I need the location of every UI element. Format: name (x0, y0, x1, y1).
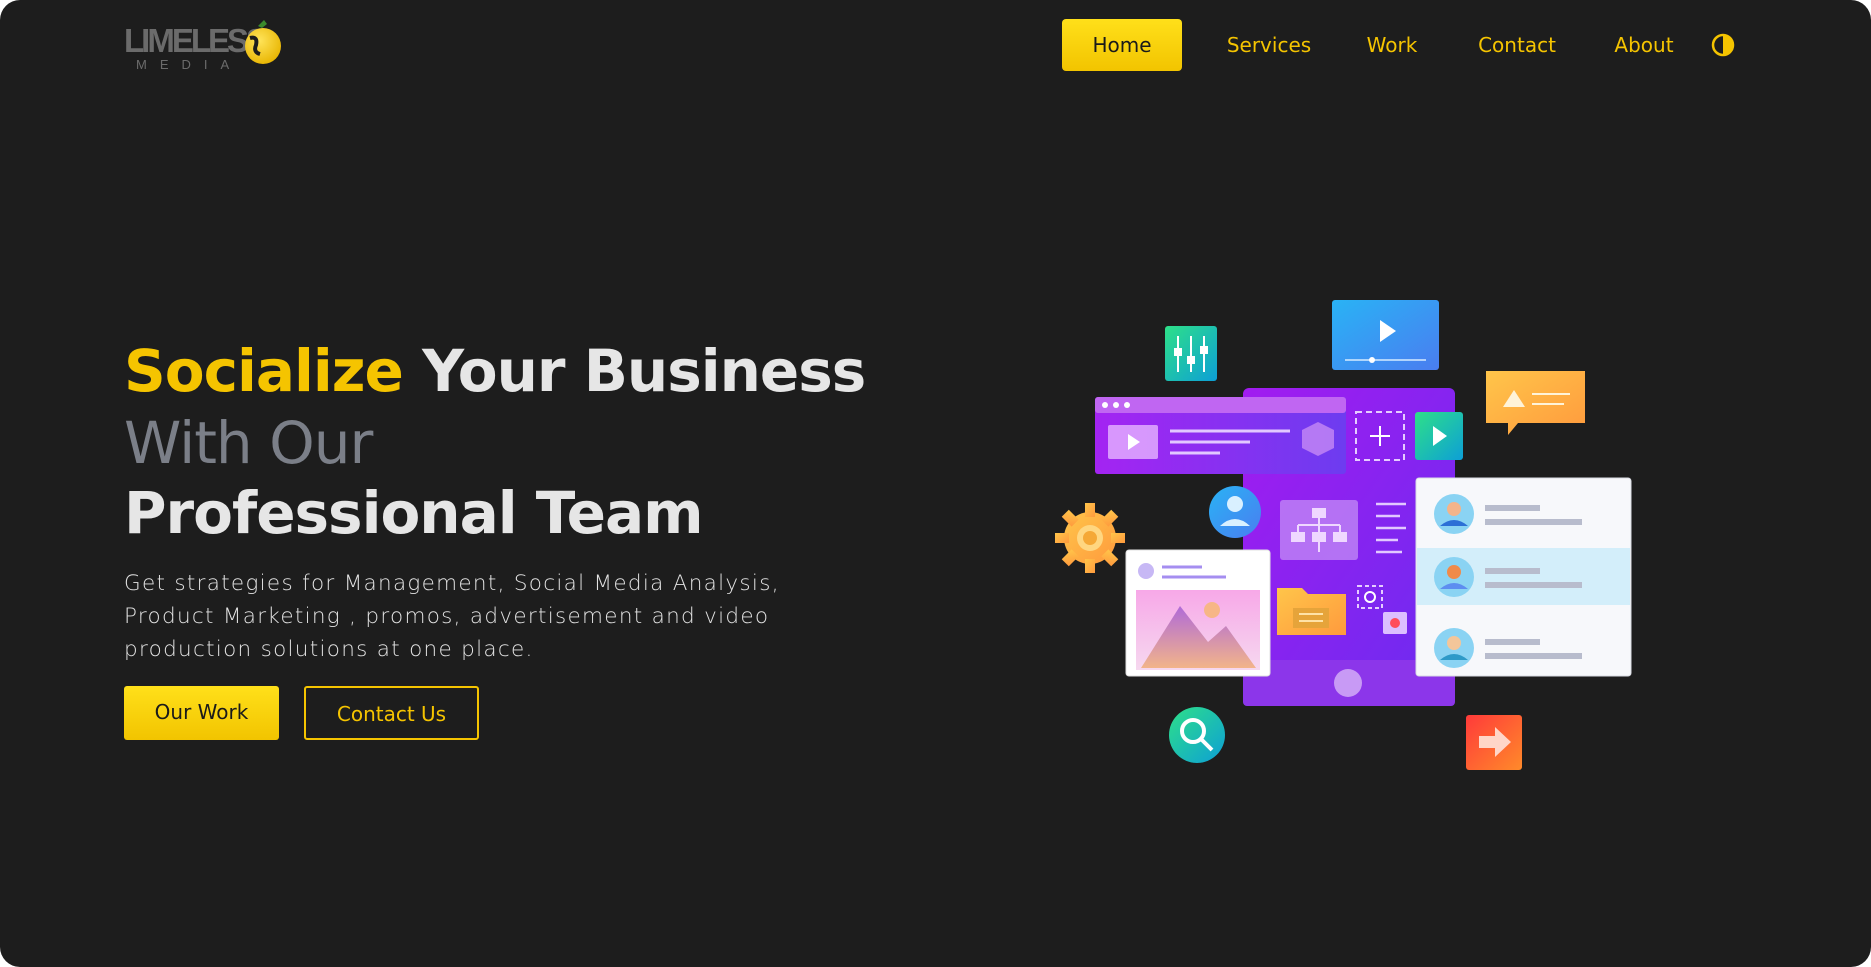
contact-us-button[interactable]: Contact Us (304, 686, 479, 740)
brand-logo[interactable]: LIMELESS MEDIA (124, 18, 284, 74)
brand-subtitle: MEDIA (136, 57, 243, 72)
nav-services[interactable]: Services (1204, 19, 1334, 71)
lemon-icon (245, 20, 281, 64)
nav-contact[interactable]: Contact (1462, 19, 1572, 71)
contrast-icon[interactable] (1711, 33, 1735, 57)
hero-description-line: Get strategies for Management, Social Me… (124, 571, 780, 596)
hero-description-line: production solutions at one place. (124, 637, 534, 662)
hero-heading-line3: Professional Team (124, 479, 704, 547)
nav-work[interactable]: Work (1352, 19, 1432, 71)
page-frame: LIMELESS MEDIA Home Services Work Contac… (0, 0, 1871, 967)
hero-heading-line1: Socialize Your Business (124, 336, 866, 406)
hero-heading-rest: Your Business (422, 337, 866, 405)
hero-description-line: Product Marketing , promos, advertisemen… (124, 604, 770, 629)
nav-home[interactable]: Home (1062, 19, 1182, 71)
hero-description: Get strategies for Management, Social Me… (124, 567, 884, 666)
hero-illustration (1055, 300, 1632, 770)
hero-heading-line2: With Our (124, 409, 373, 477)
nav-about[interactable]: About (1598, 19, 1690, 71)
hero-highlight: Socialize (124, 337, 404, 405)
our-work-button[interactable]: Our Work (124, 686, 279, 740)
